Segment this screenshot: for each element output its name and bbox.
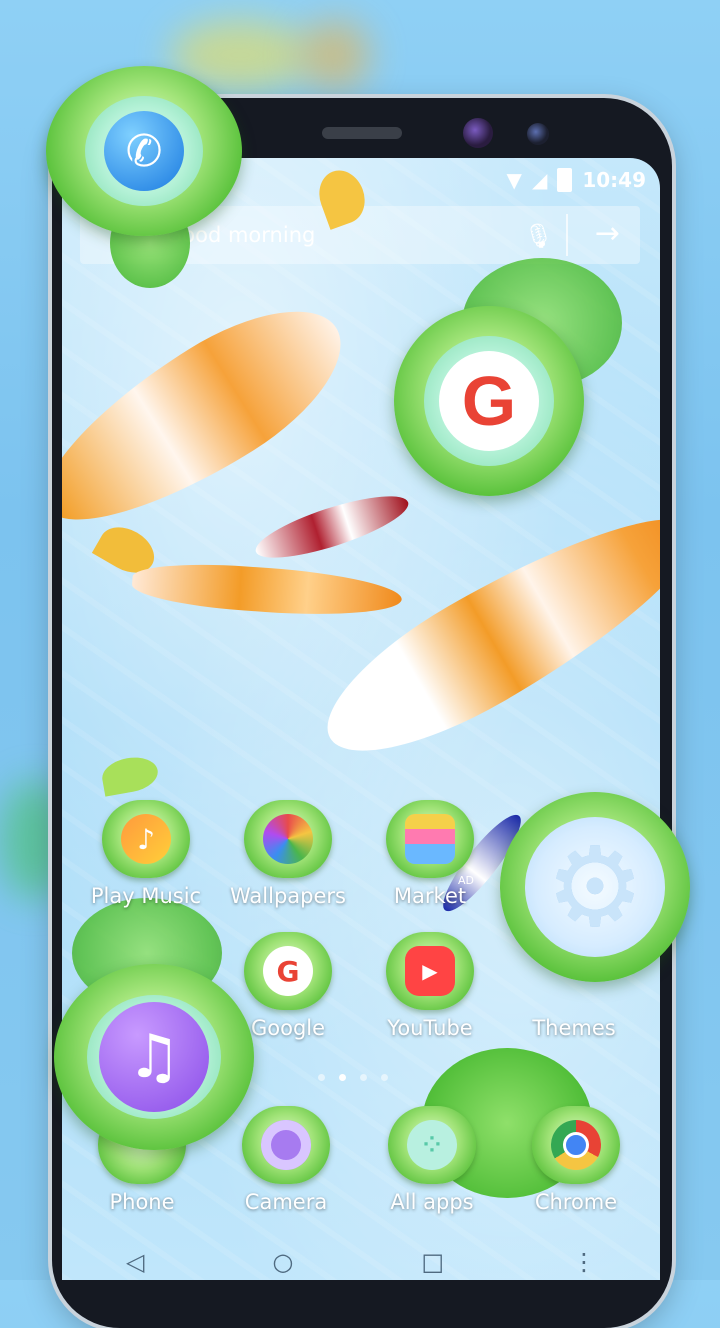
icon-ring: ♫ xyxy=(87,995,221,1119)
back-icon[interactable]: ◁ xyxy=(126,1248,144,1276)
app-label: Play Music xyxy=(90,884,202,908)
page-dot-active xyxy=(339,1074,346,1081)
shopping-bag-icon xyxy=(405,814,455,864)
google-icon: G xyxy=(263,946,313,996)
app-label: Market xyxy=(393,884,467,908)
app-all-apps[interactable]: ⁘ All apps xyxy=(362,1106,502,1214)
settings-gear-icon-large: ⚙ xyxy=(500,792,690,982)
google-icon-large: G xyxy=(394,306,584,496)
icon-ring: ⚙ xyxy=(525,817,665,957)
arrow-right-icon[interactable]: → xyxy=(595,216,620,251)
chrome-icon xyxy=(551,1120,601,1170)
app-camera[interactable]: Camera xyxy=(216,1106,356,1214)
youtube-icon: ▶ xyxy=(405,946,455,996)
background-blob xyxy=(300,20,370,90)
icon-ring: G xyxy=(424,336,554,466)
clock: 10:49 xyxy=(582,168,646,192)
more-icon[interactable]: ⋮ xyxy=(572,1248,596,1276)
phone-speaker xyxy=(322,127,402,139)
camera-icon xyxy=(261,1120,311,1170)
app-youtube[interactable]: ▶ YouTube xyxy=(360,932,500,1040)
mic-icon[interactable]: 🎙 xyxy=(524,222,554,250)
music-play-icon: ♪ xyxy=(121,814,171,864)
lily-tile: ▶ xyxy=(386,932,474,1010)
home-icon[interactable]: ○ xyxy=(272,1248,293,1276)
phone-icon-large: ✆ xyxy=(46,66,242,236)
app-label: Themes xyxy=(532,1016,616,1040)
lily-tile xyxy=(242,1106,330,1184)
music-note-icon-large: ♫ xyxy=(54,964,254,1150)
front-camera xyxy=(463,118,493,148)
page-dot xyxy=(360,1074,367,1081)
status-bar: ▼ ◢ 10:49 xyxy=(507,168,646,192)
koi-fish-small xyxy=(130,558,404,622)
settings-gear-icon: ⚙ xyxy=(545,823,645,951)
music-note-icon: ♫ xyxy=(99,1002,209,1112)
page-dot xyxy=(318,1074,325,1081)
app-label: All apps xyxy=(390,1190,474,1214)
page-dot xyxy=(381,1074,388,1081)
signal-icon: ◢ xyxy=(531,168,548,192)
lily-tile xyxy=(244,800,332,878)
app-label: Wallpapers xyxy=(230,884,346,908)
green-leaf xyxy=(99,753,161,797)
recents-icon[interactable]: □ xyxy=(421,1248,444,1276)
icon-ring: ✆ xyxy=(85,96,203,206)
wifi-icon: ▼ xyxy=(506,168,522,192)
google-icon: G xyxy=(439,351,539,451)
lily-tile: G xyxy=(244,932,332,1010)
koi-fish-red xyxy=(250,484,414,570)
app-label: Chrome xyxy=(534,1190,618,1214)
lily-tile: ♪ xyxy=(102,800,190,878)
pinwheel-icon xyxy=(263,814,313,864)
app-label: Camera xyxy=(244,1190,328,1214)
app-market[interactable]: Market xyxy=(360,800,500,908)
battery-icon xyxy=(557,168,573,192)
app-play-music[interactable]: ♪ Play Music xyxy=(76,800,216,908)
phone-icon: ✆ xyxy=(104,111,184,191)
app-chrome[interactable]: Chrome xyxy=(506,1106,646,1214)
app-drawer-icon: ⁘ xyxy=(407,1120,457,1170)
navigation-bar: ◁ ○ □ ⋮ xyxy=(62,1244,660,1280)
sensor xyxy=(527,123,549,145)
lily-tile: ⁘ xyxy=(388,1106,476,1184)
app-label: Phone xyxy=(109,1190,175,1214)
search-divider xyxy=(566,214,568,256)
ad-badge: AD xyxy=(458,874,474,887)
page-indicator xyxy=(318,1074,388,1081)
lily-tile xyxy=(532,1106,620,1184)
app-label: YouTube xyxy=(387,1016,473,1040)
app-wallpapers[interactable]: Wallpapers xyxy=(218,800,358,908)
lily-tile xyxy=(386,800,474,878)
